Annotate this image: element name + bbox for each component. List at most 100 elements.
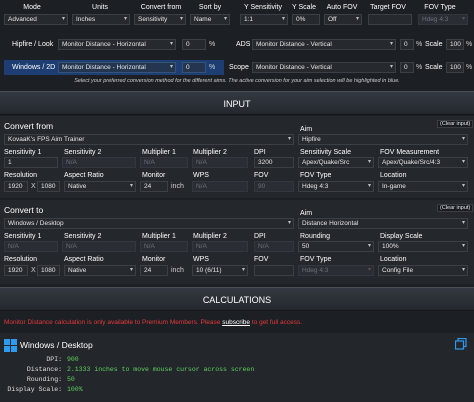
from-fov-type-select[interactable]: Hdeg 4:3 xyxy=(298,181,374,192)
header-units: Units xyxy=(92,4,108,11)
to-aim-select[interactable]: Distance Horizontal xyxy=(298,218,468,229)
header-target-fov: Target FOV xyxy=(370,4,406,11)
from-aspect-label: Aspect Ratio xyxy=(64,172,104,179)
from-res-width-input[interactable]: 1920 xyxy=(4,181,28,192)
to-dpi-label: DPI xyxy=(254,233,266,240)
fov-type-select[interactable]: Hdeg 4:3 xyxy=(418,14,468,25)
from-game-select[interactable]: KovaaK's FPS Aim Trainer xyxy=(4,134,294,145)
from-sens2-input[interactable]: N/A xyxy=(62,157,136,168)
to-location-select[interactable]: Config File xyxy=(378,265,468,276)
from-dpi-input[interactable]: 3200 xyxy=(254,157,294,168)
from-aim-label: Aim xyxy=(300,126,313,133)
to-monitor-input[interactable]: 24 xyxy=(140,265,168,276)
target-fov-input[interactable] xyxy=(368,14,412,25)
to-display-scale-label: Display Scale xyxy=(380,233,423,240)
to-dpi-input[interactable]: N/A xyxy=(254,241,294,252)
from-fov-meas-select[interactable]: Apex/Quake/Src/4:3 xyxy=(378,157,468,168)
ads-method-select[interactable]: Monitor Distance - Vertical xyxy=(252,39,396,50)
sort-by-select[interactable]: Name xyxy=(190,14,230,25)
from-location-select[interactable]: In-game xyxy=(378,181,468,192)
windows-method-select[interactable]: Monitor Distance - Horizontal xyxy=(58,62,176,73)
hipfire-method-select[interactable]: Monitor Distance - Horizontal xyxy=(58,39,176,50)
scope-scale-input[interactable]: 100 xyxy=(446,62,464,73)
convert-to-title: Convert to xyxy=(4,205,44,215)
scope-percent-sign: % xyxy=(416,64,423,71)
ads-percent-input[interactable]: 0 xyxy=(400,39,414,50)
from-res-height-input[interactable]: 1080 xyxy=(37,181,60,192)
from-sens2-label: Sensitivity 2 xyxy=(64,149,102,156)
auto-fov-select[interactable]: Off xyxy=(324,14,362,25)
mode-select[interactable]: Advanced xyxy=(4,14,68,25)
to-monitor-label: Monitor xyxy=(142,256,166,263)
result-display-scale-value: 100% xyxy=(67,386,83,393)
units-select[interactable]: Inches xyxy=(72,14,130,25)
convert-from-clear-button[interactable]: (Clear input) xyxy=(437,120,474,128)
hipfire-label: Hipfire / Look xyxy=(12,41,54,48)
to-res-x: X xyxy=(31,267,36,274)
convert-from-select[interactable]: Sensitivity xyxy=(134,14,186,25)
from-res-label: Resolution xyxy=(4,172,38,179)
from-monitor-label: Monitor xyxy=(142,172,166,179)
to-aspect-select[interactable]: Native xyxy=(64,265,136,276)
ads-scale-label: Scale xyxy=(425,41,443,48)
header-convert-from: Convert from xyxy=(140,4,182,11)
to-fov-label: FOV xyxy=(254,256,269,263)
to-mult1-label: Multiplier 1 xyxy=(142,233,176,240)
copy-icon[interactable] xyxy=(454,337,467,350)
to-sens1-input[interactable]: N/A xyxy=(4,241,58,252)
result-dpi-value: 900 xyxy=(67,356,79,363)
to-sens2-input[interactable]: N/A xyxy=(62,241,136,252)
to-display-scale-select[interactable]: 100% xyxy=(378,241,468,252)
y-sensitivity-select[interactable]: 1:1 xyxy=(240,14,288,25)
to-fov-input[interactable] xyxy=(254,265,294,276)
to-mult2-input[interactable]: N/A xyxy=(192,241,248,252)
ads-label: ADS xyxy=(236,41,251,48)
from-sens1-input[interactable]: 1 xyxy=(4,157,58,168)
hipfire-percent-input[interactable]: 0 xyxy=(182,39,206,50)
header-fov-type: FOV Type xyxy=(424,4,456,11)
from-sens1-label: Sensitivity 1 xyxy=(4,149,42,156)
from-sens-scale-select[interactable]: Apex/Quake/Src xyxy=(298,157,374,168)
from-wps-input[interactable]: N/A xyxy=(192,181,248,192)
to-rounding-select[interactable]: 50 xyxy=(298,241,374,252)
header-y-scale: Y Scale xyxy=(292,4,316,11)
to-mult1-input[interactable]: N/A xyxy=(140,241,188,252)
from-aspect-select[interactable]: Native xyxy=(64,181,136,192)
windows-percent-input[interactable]: 0 xyxy=(182,62,206,73)
scope-label: Scope xyxy=(229,64,249,71)
to-res-width-input[interactable]: 1920 xyxy=(4,265,28,276)
ads-percent-sign: % xyxy=(416,41,423,48)
to-sens2-label: Sensitivity 2 xyxy=(64,233,102,240)
input-band-title: INPUT xyxy=(223,99,251,109)
to-wps-select[interactable]: 10 (6/11) xyxy=(192,265,248,276)
result-title: Windows / Desktop xyxy=(20,340,93,350)
subscribe-link[interactable]: subscribe xyxy=(222,319,250,326)
from-monitor-input[interactable]: 24 xyxy=(140,181,168,192)
aim-hint-text: Select your preferred conversion method … xyxy=(74,78,400,84)
to-location-label: Location xyxy=(380,256,407,263)
to-fov-type-select[interactable]: Hdeg 4:3 xyxy=(298,265,374,276)
from-mult1-input[interactable]: N/A xyxy=(140,157,188,168)
premium-notice: Monitor Distance calculation is only ava… xyxy=(4,319,302,326)
from-aim-select[interactable]: Hipfire xyxy=(298,134,468,145)
header-y-sensitivity: Y Sensitivity xyxy=(244,4,282,11)
ads-scale-input[interactable]: 100 xyxy=(446,39,464,50)
to-res-label: Resolution xyxy=(4,256,38,263)
from-location-label: Location xyxy=(380,172,407,179)
to-res-height-input[interactable]: 1080 xyxy=(37,265,60,276)
scope-method-select[interactable]: Monitor Distance - Vertical xyxy=(252,62,396,73)
convert-from-title: Convert from xyxy=(4,121,54,131)
input-band: INPUT xyxy=(0,91,474,115)
to-sens1-label: Sensitivity 1 xyxy=(4,233,42,240)
from-fov-input[interactable]: 90 xyxy=(254,181,294,192)
to-rounding-label: Rounding xyxy=(300,233,330,240)
y-scale-input[interactable]: 0% xyxy=(292,14,320,25)
from-wps-label: WPS xyxy=(193,172,209,179)
to-fov-type-label: FOV Type xyxy=(300,256,332,263)
to-game-select[interactable]: Windows / Desktop xyxy=(4,218,294,229)
convert-to-clear-button[interactable]: (Clear input) xyxy=(437,204,474,212)
from-mult2-input[interactable]: N/A xyxy=(192,157,248,168)
header-mode: Mode xyxy=(23,4,41,11)
from-res-x: X xyxy=(31,183,36,190)
scope-percent-input[interactable]: 0 xyxy=(400,62,414,73)
